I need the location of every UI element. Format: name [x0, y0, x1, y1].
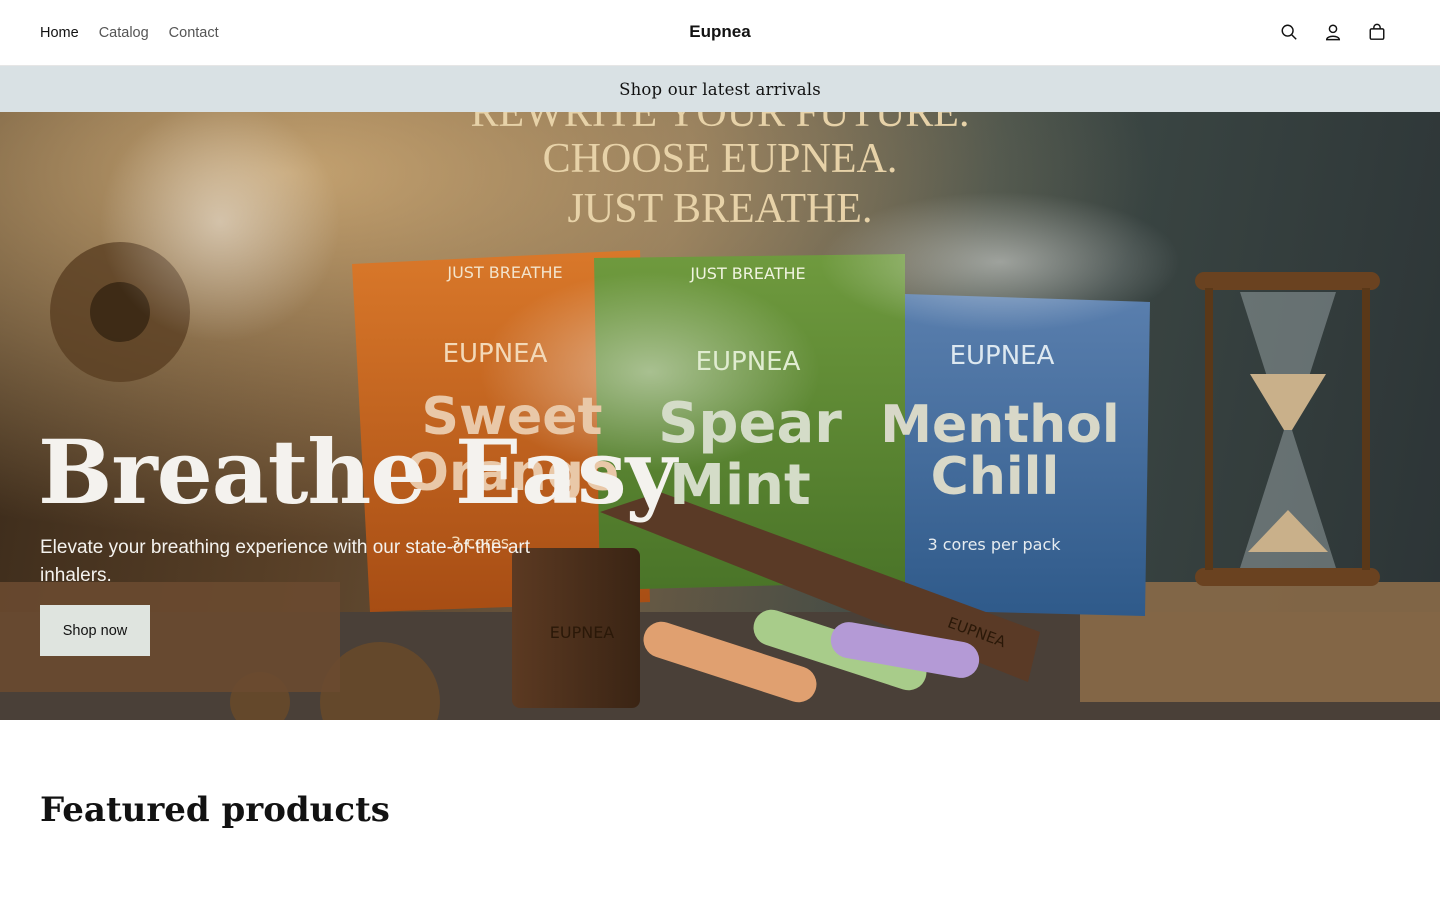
nav-contact-link[interactable]: Contact	[169, 25, 219, 41]
pack-green-name-2: Mint	[669, 453, 811, 518]
nav-catalog-link[interactable]: Catalog	[99, 25, 149, 41]
hero-image-tagline-1: REWRITE YOUR FUTURE.	[471, 112, 970, 136]
account-icon[interactable]	[1322, 20, 1344, 44]
nav-home-link[interactable]: Home	[40, 25, 79, 41]
shop-now-button[interactable]: Shop now	[40, 605, 150, 656]
pack-green-name-1: Spear	[658, 391, 842, 456]
announcement-text[interactable]: Shop our latest arrivals	[619, 80, 821, 99]
pack-orange-top: JUST BREATHE	[446, 263, 562, 282]
pack-blue-brand: EUPNEA	[950, 341, 1055, 371]
pack-green-top: JUST BREATHE	[689, 264, 805, 283]
pack-orange-brand: EUPNEA	[443, 339, 548, 369]
site-header: Home Catalog Contact Eupnea	[0, 0, 1440, 66]
hero-banner: REWRITE YOUR FUTURE. CHOOSE EUPNEA. JUST…	[0, 112, 1440, 720]
hero-image-tagline-3: JUST BREATHE.	[568, 186, 873, 232]
header-icons	[1278, 20, 1388, 44]
search-icon[interactable]	[1278, 20, 1300, 44]
pack-blue-note: 3 cores per pack	[927, 535, 1061, 554]
hero-subtitle: Elevate your breathing experience with o…	[40, 537, 531, 586]
hero-image: REWRITE YOUR FUTURE. CHOOSE EUPNEA. JUST…	[0, 112, 1440, 720]
main-nav: Home Catalog Contact	[40, 0, 219, 66]
hero-image-tagline-2: CHOOSE EUPNEA.	[543, 136, 898, 182]
pack-blue-name-1: Menthol	[880, 395, 1119, 455]
hero-title: Breathe Easy	[38, 420, 677, 524]
site-logo[interactable]: Eupnea	[689, 22, 750, 41]
jar-brand: EUPNEA	[550, 623, 615, 642]
announcement-bar: Shop our latest arrivals	[0, 66, 1440, 112]
featured-products-heading: Featured products	[40, 790, 390, 830]
pack-blue-name-2: Chill	[931, 447, 1060, 507]
pack-green-brand: EUPNEA	[696, 347, 801, 377]
cart-icon[interactable]	[1366, 20, 1388, 44]
